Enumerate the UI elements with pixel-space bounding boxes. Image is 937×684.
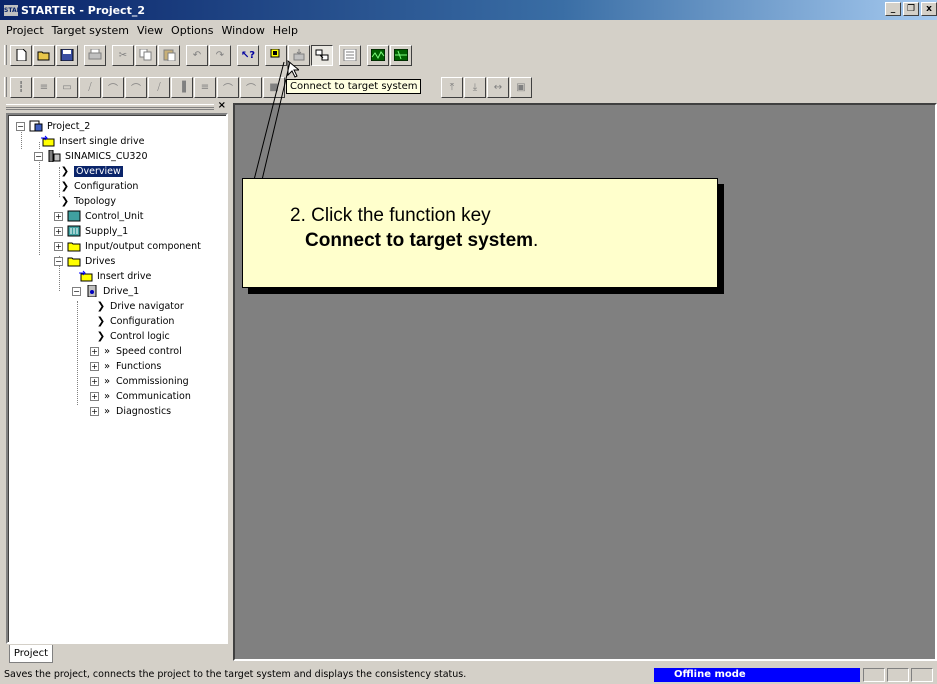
- offline-mode-indicator: Offline mode: [654, 668, 860, 682]
- status-cell-1: [863, 668, 885, 682]
- status-bar: Saves the project, connects the project …: [0, 666, 937, 684]
- instruction-callout: 2. Click the function key Connect to tar…: [242, 178, 718, 288]
- status-cell-2: [887, 668, 909, 682]
- status-cell-3: [911, 668, 933, 682]
- status-message: Saves the project, connects the project …: [4, 669, 467, 680]
- callout-key-text: Connect to target system.: [305, 230, 539, 251]
- callout-leader-line: [253, 61, 291, 181]
- callout-step-text: 2. Click the function key: [290, 205, 491, 226]
